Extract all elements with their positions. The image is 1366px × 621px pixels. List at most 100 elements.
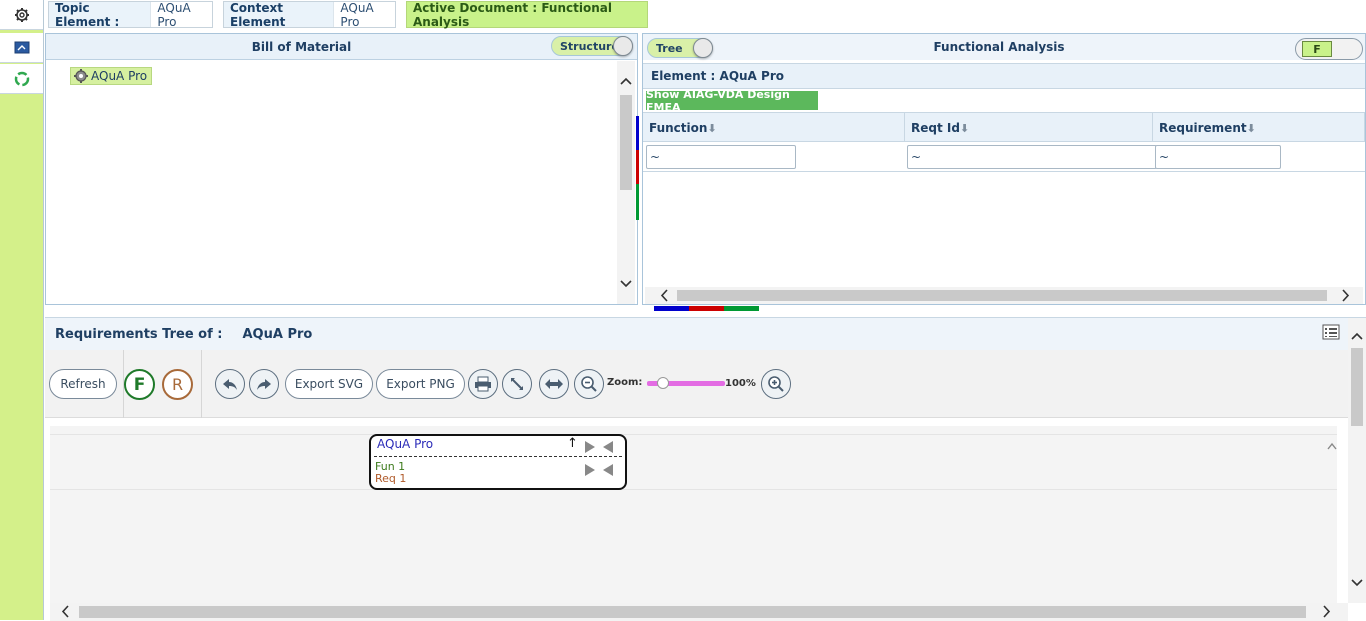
structure-toggle[interactable]: Structure: [551, 36, 633, 56]
gear-icon: [14, 7, 29, 22]
strip-red: [689, 306, 724, 311]
toggle-knob: [693, 38, 713, 58]
zoom-slider-track[interactable]: [647, 377, 725, 389]
tree-row: [50, 434, 1337, 490]
fa-h-scroll-thumb[interactable]: [677, 290, 1327, 301]
req-v-scrollbar[interactable]: [1348, 318, 1366, 603]
play-right-icon[interactable]: [583, 440, 597, 454]
req-tree-header: Requirements Tree of : AQuA Pro: [45, 318, 1348, 350]
function-button[interactable]: F: [124, 369, 155, 400]
gear-icon: [74, 69, 88, 83]
col-reqt-id-label: Reqt Id: [911, 121, 960, 135]
element-row: Element : AQuA Pro: [643, 63, 1365, 89]
context-element-value[interactable]: AQuA Pro: [333, 1, 395, 29]
zoom-label: Zoom:: [607, 377, 643, 388]
play-left-icon[interactable]: [601, 463, 615, 477]
tree-toggle[interactable]: Tree: [647, 38, 713, 58]
chevron-left-icon: [61, 605, 69, 618]
fa-panel: Functional Analysis Tree F Element : AQu…: [642, 33, 1366, 305]
bom-tree-root[interactable]: AQuA Pro: [70, 67, 153, 85]
fa-h-scrollbar[interactable]: [645, 287, 1363, 304]
play-right-icon[interactable]: [583, 463, 597, 477]
requirement-filter-input[interactable]: [1155, 145, 1281, 169]
tree-node-title: AQuA Pro: [377, 437, 434, 451]
chevron-down-icon: [1351, 579, 1363, 587]
settings-button[interactable]: [0, 0, 43, 30]
active-document-label: Active Document : Functional Analysis: [413, 0, 612, 29]
export-svg-button[interactable]: Export SVG: [285, 369, 373, 399]
chevron-right-icon: [1323, 605, 1331, 618]
req-v-scroll-thumb[interactable]: [1351, 348, 1363, 426]
left-rail: [0, 0, 44, 620]
structure-toggle-label: Structure: [560, 39, 619, 53]
chevron-up-icon: [620, 77, 632, 85]
show-dfmea-button[interactable]: Show AIAG-VDA Design FMEA: [646, 88, 818, 114]
function-filter-input[interactable]: [646, 145, 796, 169]
col-function-label: Function: [649, 121, 708, 135]
redo-button[interactable]: [249, 369, 279, 399]
topic-element-value[interactable]: AQuA Pro: [150, 1, 212, 29]
strip-green: [724, 306, 759, 311]
play-left-icon[interactable]: [601, 440, 615, 454]
arrow-up-icon[interactable]: ↑: [567, 436, 578, 451]
context-element-label: Context Element: [230, 0, 286, 29]
presentation-button[interactable]: [0, 33, 43, 63]
tree-node-aqua-pro[interactable]: AQuA Pro ↑ Fun 1 Req 1: [369, 434, 627, 490]
requirement-button[interactable]: R: [162, 369, 193, 400]
redo-icon: [257, 379, 271, 390]
col-requirement[interactable]: Requirement ⬇: [1153, 113, 1365, 143]
f-toggle[interactable]: F: [1295, 38, 1363, 60]
req-tree-section: Requirements Tree of : AQuA Pro Refresh …: [45, 317, 1366, 621]
zoom-out-icon: [581, 376, 597, 392]
bom-tree-root-label: AQuA Pro: [91, 69, 148, 83]
bom-title: Bill of Material: [251, 39, 352, 54]
divider: [201, 350, 202, 418]
req-toolbar: Refresh F R Export SVG Export PNG Zoom: …: [45, 350, 1348, 418]
expand-icon: [511, 378, 523, 390]
color-bar-blue: [636, 116, 639, 150]
undo-button[interactable]: [215, 369, 245, 399]
zoom-in-button[interactable]: [761, 369, 791, 399]
sort-down-icon: ⬇: [959, 121, 970, 135]
recycle-button[interactable]: [0, 64, 43, 94]
export-png-button[interactable]: Export PNG: [376, 369, 465, 399]
chevron-left-icon: [660, 289, 668, 302]
fa-filter-row: [643, 142, 1365, 172]
tree-node-requirement: Req 1: [375, 472, 407, 485]
presentation-icon: [14, 41, 29, 53]
refresh-button[interactable]: Refresh: [49, 369, 117, 399]
req-h-scrollbar[interactable]: [50, 603, 1348, 621]
print-button[interactable]: [468, 369, 498, 399]
undo-icon: [223, 379, 237, 390]
reqt-id-filter-input[interactable]: [907, 145, 1157, 169]
topic-element-chip: Topic Element : AQuA Pro: [48, 0, 213, 29]
toggle-knob: [613, 36, 633, 56]
col-reqt-id[interactable]: Reqt Id ⬇: [905, 113, 1153, 143]
bom-scrollbar[interactable]: [617, 61, 635, 304]
fit-width-button[interactable]: [539, 369, 569, 399]
zoom-slider-knob[interactable]: [656, 377, 669, 389]
fa-title: Functional Analysis: [933, 40, 1065, 54]
bom-panel: Bill of Material Structure AQuA Pro: [45, 33, 639, 305]
req-tree-canvas[interactable]: AQuA Pro ↑ Fun 1 Req 1: [50, 426, 1337, 603]
zoom-in-icon: [768, 376, 784, 392]
context-element-chip: Context Element AQuA Pro: [223, 0, 396, 29]
list-view-icon[interactable]: [1322, 324, 1340, 340]
color-bar-green: [636, 184, 639, 220]
horizontal-arrows-icon: [545, 379, 563, 389]
col-function[interactable]: Function ⬇: [643, 113, 905, 143]
req-h-scroll-thumb[interactable]: [79, 606, 1306, 618]
col-requirement-label: Requirement: [1159, 121, 1247, 135]
topic-element-label: Topic Element :: [55, 0, 120, 29]
f-toggle-label: F: [1302, 41, 1332, 57]
chevron-up-icon[interactable]: [1325, 440, 1339, 452]
bom-scroll-thumb[interactable]: [620, 95, 632, 190]
zoom-out-button[interactable]: [574, 369, 604, 399]
printer-icon: [475, 376, 491, 392]
fit-button[interactable]: [502, 369, 532, 399]
fa-table-header: Function ⬇ Reqt Id ⬇ Requirement ⬇: [643, 112, 1365, 143]
req-tree-title: Requirements Tree of :: [55, 326, 223, 342]
bom-header: Bill of Material: [46, 34, 637, 60]
sort-down-icon: ⬇: [707, 121, 717, 135]
element-label: Element : AQuA Pro: [651, 69, 784, 83]
